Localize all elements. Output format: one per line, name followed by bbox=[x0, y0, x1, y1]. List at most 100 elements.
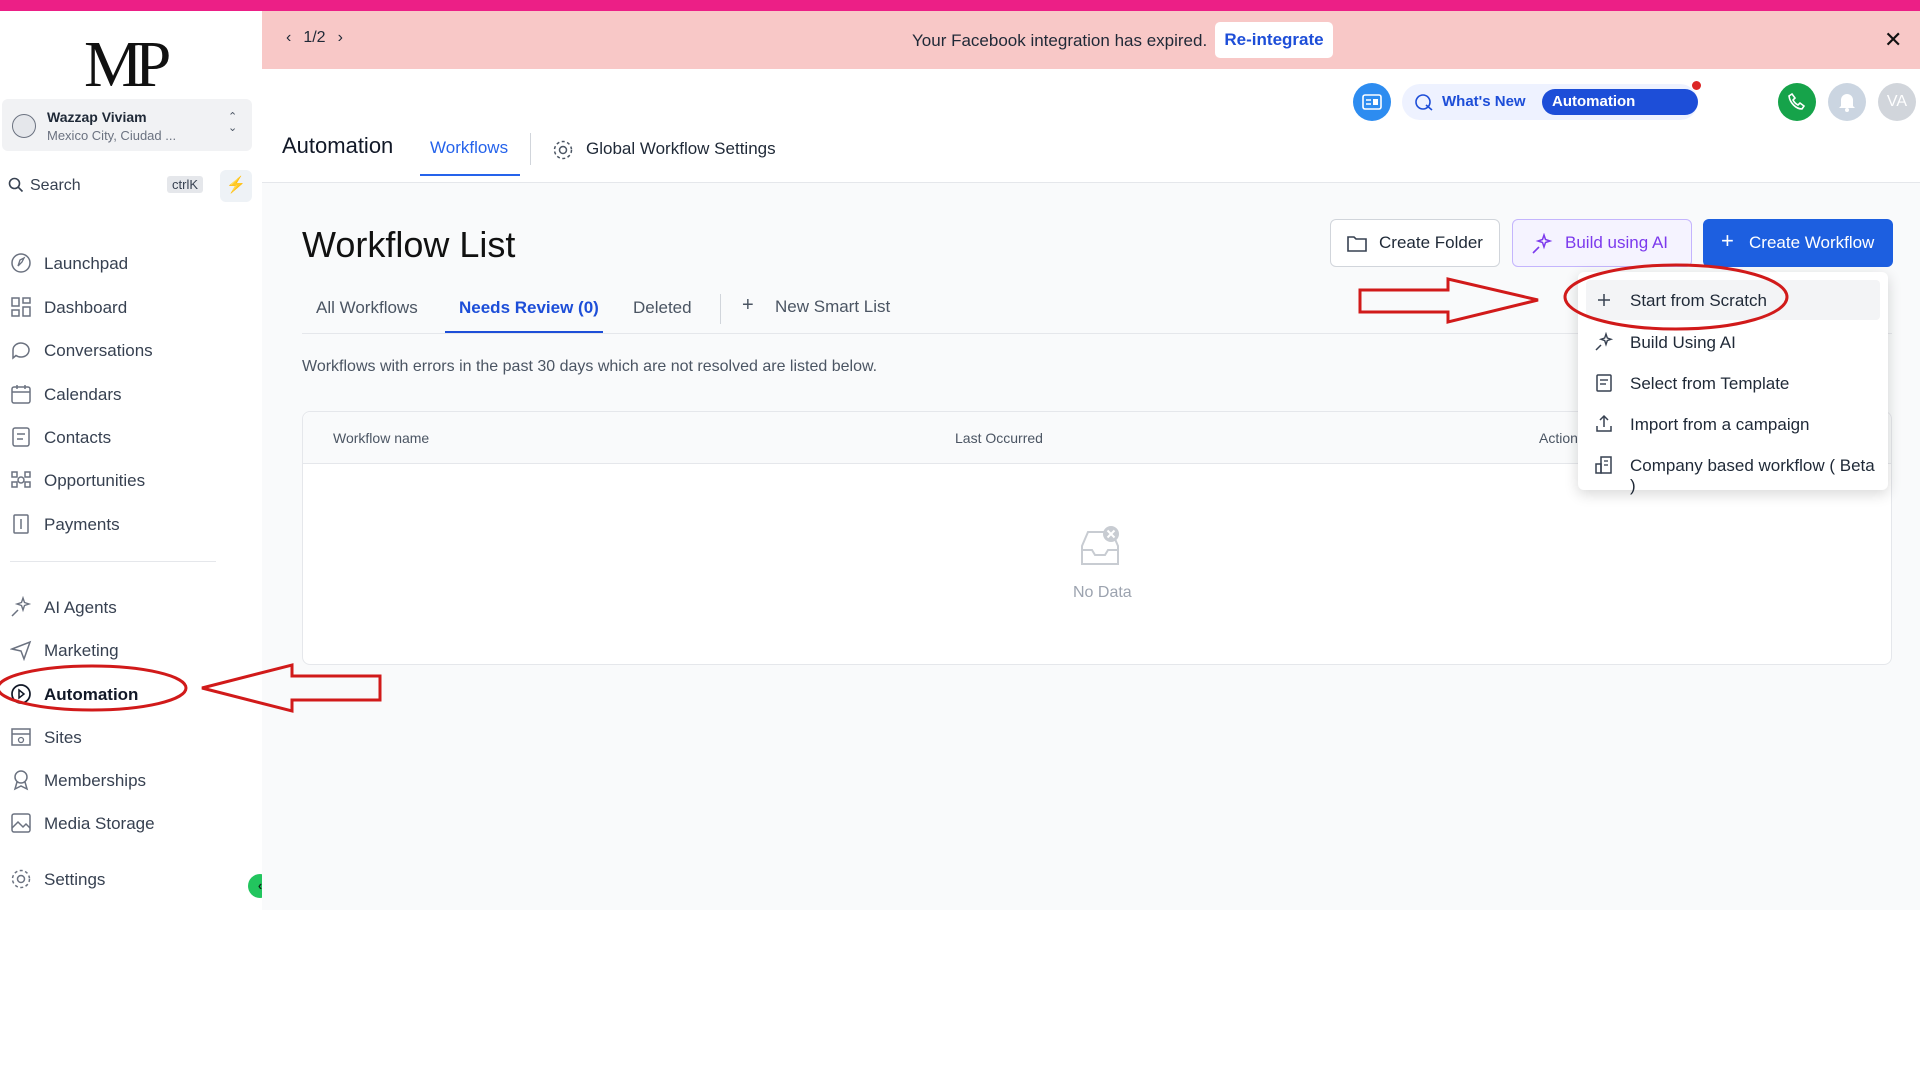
menu-item-label: Start from Scratch bbox=[1630, 291, 1767, 310]
sidebar-item-calendars[interactable]: Calendars bbox=[10, 378, 230, 408]
automation-updates-badge[interactable]: Automation Updates bbox=[1542, 89, 1698, 136]
menu-item-start-from-scratch[interactable]: Start from Scratch bbox=[1586, 280, 1880, 320]
upload-icon bbox=[1596, 414, 1612, 432]
menu-item-import-from-campaign[interactable]: Import from a campaign bbox=[1586, 404, 1880, 444]
workflow-list-title: Workflow List bbox=[302, 224, 516, 265]
id-card-icon bbox=[1362, 94, 1382, 110]
sidebar-divider bbox=[10, 561, 216, 562]
close-icon[interactable]: ✕ bbox=[1884, 27, 1902, 53]
sidebar-item-memberships[interactable]: Memberships bbox=[10, 764, 230, 794]
empty-state-text: No Data bbox=[1073, 584, 1132, 601]
column-workflow-name: Workflow name bbox=[333, 430, 430, 446]
account-location: Mexico City, Ciudad ... bbox=[47, 128, 177, 143]
new-smart-list-button[interactable]: New Smart List bbox=[775, 297, 890, 317]
sidebar-item-sites[interactable]: Sites bbox=[10, 721, 230, 751]
plus-icon: + bbox=[1721, 228, 1734, 253]
notifications-button[interactable] bbox=[1828, 83, 1866, 121]
sidebar-item-label: Launchpad bbox=[44, 254, 129, 273]
sidebar-item-payments[interactable]: Payments bbox=[10, 508, 230, 538]
banner-message: Your Facebook integration has expired. bbox=[912, 31, 1208, 50]
sidebar-item-dashboard[interactable]: Dashboard bbox=[10, 291, 230, 321]
sidebar-item-media-storage[interactable]: Media Storage bbox=[10, 807, 230, 837]
active-subtab-indicator bbox=[445, 331, 603, 333]
tab-all-workflows[interactable]: All Workflows bbox=[316, 298, 418, 318]
contacts-icon bbox=[12, 427, 30, 447]
search-button[interactable]: Search ctrlK bbox=[2, 169, 212, 201]
tab-needs-review[interactable]: Needs Review (0) bbox=[459, 298, 599, 318]
automation-icon bbox=[11, 684, 31, 704]
phone-button[interactable] bbox=[1778, 83, 1816, 121]
bolt-icon: ⚡ bbox=[226, 177, 246, 194]
sparkle-icon bbox=[1595, 332, 1614, 351]
logo: MP bbox=[84, 28, 171, 101]
tab-workflows[interactable]: Workflows bbox=[430, 138, 508, 158]
sidebar-item-label: Sites bbox=[44, 728, 82, 747]
menu-item-label: Company based workflow ( Beta ) bbox=[1630, 456, 1875, 495]
chevron-left-icon[interactable]: ‹ bbox=[286, 29, 291, 46]
sidebar-item-label: Contacts bbox=[44, 428, 112, 447]
phone-icon bbox=[1788, 93, 1806, 110]
sidebar-item-label: Media Storage bbox=[44, 814, 155, 833]
menu-item-select-from-template[interactable]: Select from Template bbox=[1586, 363, 1880, 403]
gear-icon bbox=[553, 140, 573, 160]
sparkle-icon bbox=[11, 596, 32, 617]
image-icon bbox=[11, 813, 31, 833]
contact-card-button[interactable] bbox=[1353, 83, 1391, 121]
reintegrate-button[interactable]: Re-integrate bbox=[1215, 22, 1333, 58]
medal-icon bbox=[13, 770, 29, 791]
notification-dot bbox=[1692, 81, 1701, 90]
tab-deleted[interactable]: Deleted bbox=[633, 298, 692, 318]
top-accent-bar bbox=[0, 0, 1920, 11]
sidebar-item-ai-agents[interactable]: AI Agents bbox=[10, 591, 230, 621]
create-folder-button[interactable]: Create Folder bbox=[1330, 219, 1500, 267]
bell-icon bbox=[1839, 94, 1855, 112]
sidebar-item-label: Marketing bbox=[44, 641, 119, 660]
sidebar-item-launchpad[interactable]: Launchpad bbox=[10, 247, 230, 277]
search-shortcut: ctrlK bbox=[167, 176, 203, 193]
sidebar-item-marketing[interactable]: Marketing bbox=[10, 634, 230, 664]
search-label: Search bbox=[30, 177, 81, 194]
quick-action-button[interactable]: ⚡ bbox=[220, 170, 252, 202]
menu-item-company-based-workflow[interactable]: Company based workflow ( Beta ) bbox=[1586, 445, 1880, 495]
needs-review-description: Workflows with errors in the past 30 day… bbox=[302, 358, 878, 375]
chevron-right-icon[interactable]: › bbox=[338, 29, 343, 46]
create-folder-label: Create Folder bbox=[1379, 233, 1483, 252]
sidebar-item-label: Conversations bbox=[44, 341, 153, 360]
whats-new-button[interactable]: What's New Automation Updates bbox=[1402, 81, 1701, 136]
account-switcher[interactable]: Wazzap Viviam Mexico City, Ciudad ... ⌃ ⌄ bbox=[2, 99, 252, 151]
menu-item-label: Select from Template bbox=[1630, 374, 1790, 393]
sidebar-item-label: Memberships bbox=[44, 771, 147, 790]
plus-icon bbox=[1598, 294, 1610, 306]
sidebar-item-label: Opportunities bbox=[44, 471, 146, 490]
sidebar-item-opportunities[interactable]: Opportunities bbox=[10, 464, 230, 494]
sidebar-item-conversations[interactable]: Conversations bbox=[10, 334, 230, 364]
active-tab-indicator bbox=[420, 174, 520, 176]
gear-icon bbox=[11, 869, 31, 889]
build-using-ai-button[interactable]: Build using AI bbox=[1512, 219, 1692, 267]
search-icon bbox=[8, 177, 24, 193]
rocket-icon bbox=[11, 253, 31, 273]
menu-item-label: Import from a campaign bbox=[1630, 415, 1810, 434]
whats-new-label: What's New bbox=[1442, 93, 1526, 110]
column-action: Action bbox=[1539, 430, 1578, 446]
subtab-divider bbox=[720, 294, 721, 324]
sidebar-item-automation[interactable]: Automation bbox=[10, 678, 230, 708]
megaphone-icon bbox=[1415, 94, 1433, 111]
column-last-occurred: Last Occurred bbox=[955, 430, 1043, 446]
sidebar-item-label: Calendars bbox=[44, 385, 122, 404]
sidebar-item-settings[interactable]: Settings bbox=[10, 863, 230, 893]
sidebar-item-label: AI Agents bbox=[44, 598, 117, 617]
sparkle-icon bbox=[1532, 233, 1553, 254]
banner-pager: ‹ 1/2 › bbox=[286, 29, 343, 47]
send-icon bbox=[10, 640, 32, 661]
create-workflow-button[interactable]: + Create Workflow bbox=[1703, 219, 1893, 267]
tab-global-workflow-settings[interactable]: Global Workflow Settings bbox=[586, 139, 776, 159]
sidebar-item-contacts[interactable]: Contacts bbox=[10, 421, 230, 451]
sidebar-item-label: Automation bbox=[44, 685, 139, 704]
chevron-updown-icon: ⌃ ⌄ bbox=[228, 111, 238, 134]
payments-icon bbox=[13, 514, 29, 534]
avatar[interactable]: VA bbox=[1878, 83, 1916, 121]
banner-page-count: 1/2 bbox=[303, 29, 326, 46]
create-workflow-label: Create Workflow bbox=[1749, 233, 1875, 252]
menu-item-build-using-ai[interactable]: Build Using AI bbox=[1586, 322, 1880, 362]
